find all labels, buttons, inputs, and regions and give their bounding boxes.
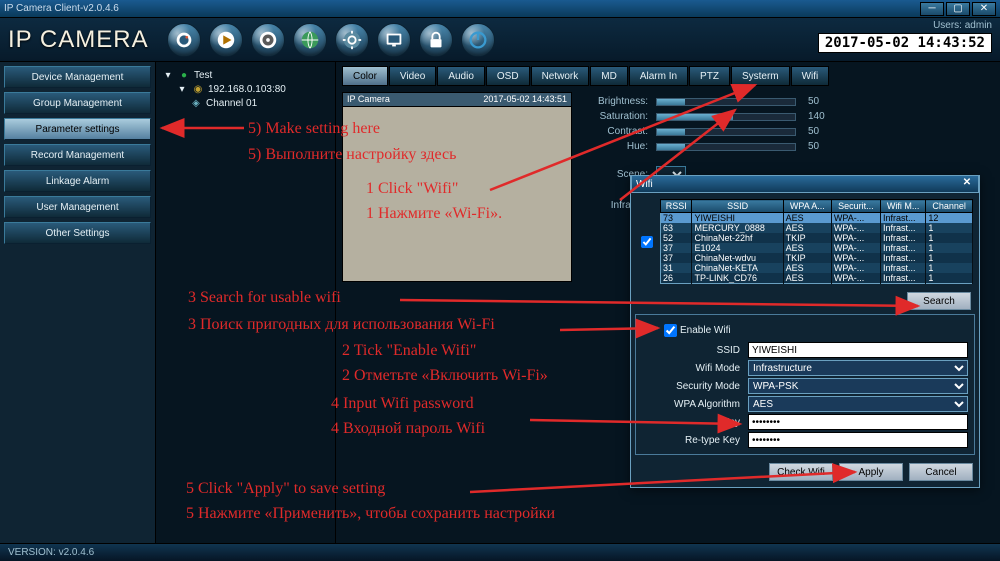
enable-wifi-checkbox[interactable] [664,324,677,337]
window-title: IP Camera Client-v2.0.4.6 [4,3,918,14]
preview-title: IP Camera [347,94,390,105]
contrast-slider[interactable] [656,128,796,136]
sidebar: Device Management Group Management Param… [0,62,156,543]
wifi-retype-key-input[interactable] [748,432,968,448]
window-titlebar: IP Camera Client-v2.0.4.6 ─ ▢ ✕ [0,0,1000,18]
app-header: IP CAMERA Users: admin 2017-05-02 14:43:… [0,18,1000,62]
wifi-network-row[interactable]: 73YIWEISHIAESWPA-...Infrast...12 [661,213,973,224]
hue-slider[interactable] [656,143,796,151]
tab-audio[interactable]: Audio [437,66,485,86]
device-tree: ▾ ● Test ▾ ◉ 192.168.0.103:80 ◈ Channel … [156,62,336,543]
tab-osd[interactable]: OSD [486,66,530,86]
sidebar-item-linkage-alarm[interactable]: Linkage Alarm [4,170,151,192]
tab-network[interactable]: Network [531,66,590,86]
cancel-button[interactable]: Cancel [909,463,973,481]
wpa-algorithm-label: WPA Algorithm [638,399,748,410]
wifi-list-checkbox[interactable] [641,236,653,248]
tree-root[interactable]: ▾ ● Test [162,68,329,82]
security-mode-label: Security Mode [638,381,748,392]
folder-icon: ● [178,69,190,81]
wifi-networks-table[interactable]: RSSI SSID WPA A... Securit... Wifi M... … [660,199,973,284]
check-wifi-button[interactable]: Check Wifi [769,463,833,481]
security-mode-select[interactable]: WPA-PSK [748,378,968,394]
wifi-network-row[interactable]: 37ChinaNet-wdvuTKIPWPA-...Infrast...1 [661,253,973,263]
preview-timestamp: 2017-05-02 14:43:51 [483,94,567,105]
version-value: v2.0.4.6 [59,547,95,558]
wifi-search-button[interactable]: Search [907,292,971,310]
ssid-label: SSID [638,345,748,356]
wifi-network-row[interactable]: 26TP-LINK_CD76AESWPA-...Infrast...1 [661,273,973,284]
sidebar-item-user-management[interactable]: User Management [4,196,151,218]
status-bar: VERSION: v2.0.4.6 [0,543,1000,561]
tab-alarm-in[interactable]: Alarm In [629,66,688,86]
close-icon[interactable]: ✕ [972,2,996,16]
wifi-mode-select[interactable]: Infrastructure [748,360,968,376]
wifi-dialog-title: Wifi [636,179,653,190]
wifi-key-input[interactable] [748,414,968,430]
tree-device[interactable]: ▾ ◉ 192.168.0.103:80 [176,82,329,96]
ssid-input[interactable] [748,342,968,358]
tab-wifi[interactable]: Wifi [791,66,830,86]
version-label: VERSION: [8,547,56,558]
sidebar-item-record-management[interactable]: Record Management [4,144,151,166]
key-label: Key [638,417,748,428]
video-preview: IP Camera 2017-05-02 14:43:51 [342,92,572,282]
camera-icon[interactable] [167,23,201,57]
sidebar-item-parameter-settings[interactable]: Parameter settings [4,118,151,140]
user-label: Users: [933,20,962,31]
channel-icon: ◈ [190,97,202,109]
brightness-label: Brightness: [586,96,656,107]
minimize-icon[interactable]: ─ [920,2,944,16]
tree-channel[interactable]: ◈ Channel 01 [190,96,329,110]
collapse-icon: ▾ [162,69,174,81]
saturation-slider[interactable] [656,113,796,121]
header-timestamp: 2017-05-02 14:43:52 [818,33,992,53]
tab-ptz[interactable]: PTZ [689,66,730,86]
sidebar-item-other-settings[interactable]: Other Settings [4,222,151,244]
play-icon[interactable] [209,23,243,57]
retype-key-label: Re-type Key [638,435,748,446]
hue-label: Hue: [586,141,656,152]
brightness-slider[interactable] [656,98,796,106]
wifi-network-row[interactable]: 63MERCURY_0888AESWPA-...Infrast...1 [661,223,973,233]
hue-value: 50 [796,141,836,152]
enable-wifi-label: Enable Wifi [680,325,731,336]
apply-button[interactable]: Apply [839,463,903,481]
lock-icon[interactable] [419,23,453,57]
app-logo: IP CAMERA [8,26,149,54]
tab-color[interactable]: Color [342,66,388,86]
wifi-network-row[interactable]: 37E1024AESWPA-...Infrast...1 [661,243,973,253]
monitor-icon[interactable] [377,23,411,57]
sidebar-item-group-management[interactable]: Group Management [4,92,151,114]
collapse-icon: ▾ [176,83,188,95]
saturation-label: Saturation: [586,111,656,122]
wifi-dialog-titlebar: Wifi ✕ [631,175,979,193]
sidebar-item-device-management[interactable]: Device Management [4,66,151,88]
user-name: admin [965,20,992,31]
wifi-mode-label: Wifi Mode [638,363,748,374]
tab-systerm[interactable]: Systerm [731,66,790,86]
maximize-icon[interactable]: ▢ [946,2,970,16]
device-icon: ◉ [192,83,204,95]
record-icon[interactable] [251,23,285,57]
contrast-value: 50 [796,126,836,137]
toolbar [167,23,495,57]
wpa-algorithm-select[interactable]: AES [748,396,968,412]
tab-video[interactable]: Video [389,66,436,86]
gear-icon[interactable] [335,23,369,57]
contrast-label: Contrast: [586,126,656,137]
wifi-dialog-close-icon[interactable]: ✕ [960,177,974,191]
power-icon[interactable] [461,23,495,57]
saturation-value: 140 [796,111,836,122]
header-user-area: Users: admin 2017-05-02 14:43:52 [818,20,992,53]
brightness-value: 50 [796,96,836,107]
wifi-network-row[interactable]: 52ChinaNet-22hfTKIPWPA-...Infrast...1 [661,233,973,243]
wifi-dialog: Wifi ✕ RSSI SSID WPA A... Securit... Wif… [630,175,980,488]
tab-md[interactable]: MD [590,66,628,86]
globe-icon[interactable] [293,23,327,57]
settings-tabs: Color Video Audio OSD Network MD Alarm I… [342,66,994,86]
wifi-network-row[interactable]: 31ChinaNet-KETAAESWPA-...Infrast...1 [661,263,973,273]
